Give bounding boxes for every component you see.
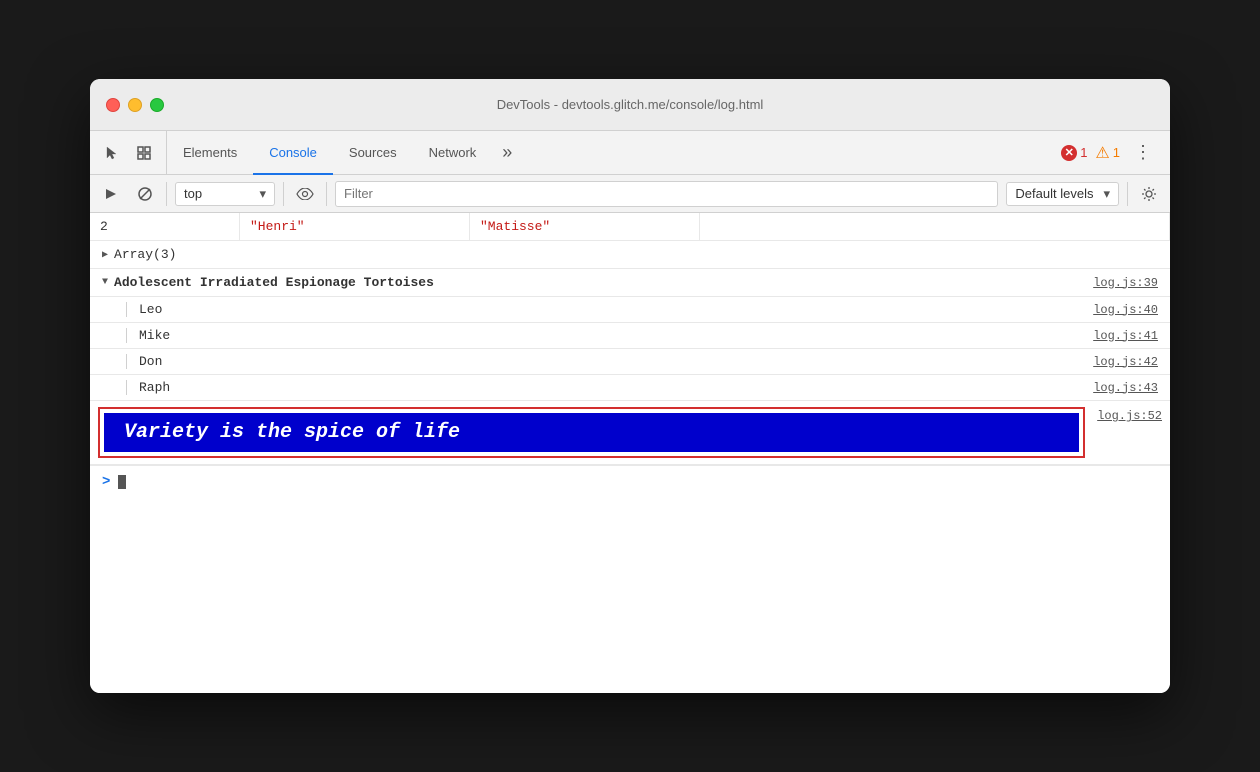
group-header: ▼ Adolescent Irradiated Espionage Tortoi… <box>90 269 1170 297</box>
console-toolbar: top ▾ Default levels ▾ <box>90 175 1170 213</box>
window-title: DevTools - devtools.glitch.me/console/lo… <box>497 97 764 112</box>
group-item-line-0: Leo log.js:40 <box>126 302 1158 317</box>
error-badge[interactable]: ✕ 1 <box>1061 145 1087 161</box>
group-header-text: Adolescent Irradiated Espionage Tortoise… <box>114 275 434 290</box>
toolbar-separator-1 <box>166 182 167 206</box>
tabs: Elements Console Sources Network » <box>167 131 1049 174</box>
tab-elements[interactable]: Elements <box>167 132 253 175</box>
styled-log-text: Variety is the spice of life <box>104 413 1079 452</box>
styled-log-container: Variety is the spice of life log.js:52 <box>90 401 1170 465</box>
eye-icon[interactable] <box>292 181 318 207</box>
prompt-cursor[interactable] <box>118 475 126 489</box>
block-icon[interactable] <box>132 181 158 207</box>
group-item-link-1[interactable]: log.js:41 <box>1093 329 1158 343</box>
cursor-icon[interactable] <box>98 139 126 167</box>
group-item-2: Don log.js:42 <box>90 349 1170 375</box>
run-icon[interactable] <box>98 181 124 207</box>
toolbar-separator-4 <box>1127 182 1128 206</box>
toolbar-icons <box>90 131 167 174</box>
table-cell-col1: "Henri" <box>240 213 470 240</box>
console-prompt: > <box>90 465 1170 498</box>
group-header-link[interactable]: log.js:39 <box>1093 276 1158 290</box>
toolbar-separator-2 <box>283 182 284 206</box>
warning-badge[interactable]: ⚠ 1 <box>1095 143 1120 163</box>
styled-log-border: Variety is the spice of life <box>98 407 1085 458</box>
minimize-button[interactable] <box>128 98 142 112</box>
devtools-toolbar: Elements Console Sources Network » ✕ 1 ⚠ <box>90 131 1170 175</box>
devtools-window: DevTools - devtools.glitch.me/console/lo… <box>90 79 1170 693</box>
group-item-line-1: Mike log.js:41 <box>126 328 1158 343</box>
group-item-line-3: Raph log.js:43 <box>126 380 1158 395</box>
levels-select[interactable]: Default levels ▾ <box>1006 182 1119 206</box>
tab-sources[interactable]: Sources <box>333 132 413 175</box>
tab-console[interactable]: Console <box>253 132 333 175</box>
console-content: 2 "Henri" "Matisse" ▶ Array(3) ▼ Adolesc… <box>90 213 1170 693</box>
group-item-link-3[interactable]: log.js:43 <box>1093 381 1158 395</box>
toolbar-separator-3 <box>326 182 327 206</box>
group-item-0: Leo log.js:40 <box>90 297 1170 323</box>
menu-button[interactable]: ⋮ <box>1128 138 1158 167</box>
prompt-arrow-icon: > <box>102 474 110 490</box>
group-expand-icon[interactable]: ▼ <box>102 277 108 288</box>
filter-input[interactable] <box>335 181 998 207</box>
maximize-button[interactable] <box>150 98 164 112</box>
group-item-link-2[interactable]: log.js:42 <box>1093 355 1158 369</box>
tab-network[interactable]: Network <box>413 132 493 175</box>
close-button[interactable] <box>106 98 120 112</box>
table-row: 2 "Henri" "Matisse" <box>90 213 1170 241</box>
expand-arrow-icon[interactable]: ▶ <box>102 249 108 261</box>
group-item-3: Raph log.js:43 <box>90 375 1170 401</box>
group-item-line-2: Don log.js:42 <box>126 354 1158 369</box>
settings-icon[interactable] <box>1136 181 1162 207</box>
table-cell-index: 2 <box>90 213 240 240</box>
table-cell-col3 <box>700 213 1170 240</box>
group-item-1: Mike log.js:41 <box>90 323 1170 349</box>
more-tabs-button[interactable]: » <box>492 131 522 174</box>
group-item-text-0: Leo <box>139 302 162 317</box>
group-item-text-2: Don <box>139 354 162 369</box>
group-item-text-3: Raph <box>139 380 170 395</box>
styled-log-link[interactable]: log.js:52 <box>1097 407 1162 423</box>
titlebar: DevTools - devtools.glitch.me/console/lo… <box>90 79 1170 131</box>
array-label: Array(3) <box>114 247 176 262</box>
group-item-link-0[interactable]: log.js:40 <box>1093 303 1158 317</box>
error-icon: ✕ <box>1061 145 1077 161</box>
context-selector[interactable]: top ▾ <box>175 182 275 206</box>
inspect-icon[interactable] <box>130 139 158 167</box>
array-row[interactable]: ▶ Array(3) <box>90 241 1170 269</box>
table-cell-col2: "Matisse" <box>470 213 700 240</box>
group-item-text-1: Mike <box>139 328 170 343</box>
window-controls <box>106 98 164 112</box>
toolbar-right: ✕ 1 ⚠ 1 ⋮ <box>1049 131 1170 174</box>
